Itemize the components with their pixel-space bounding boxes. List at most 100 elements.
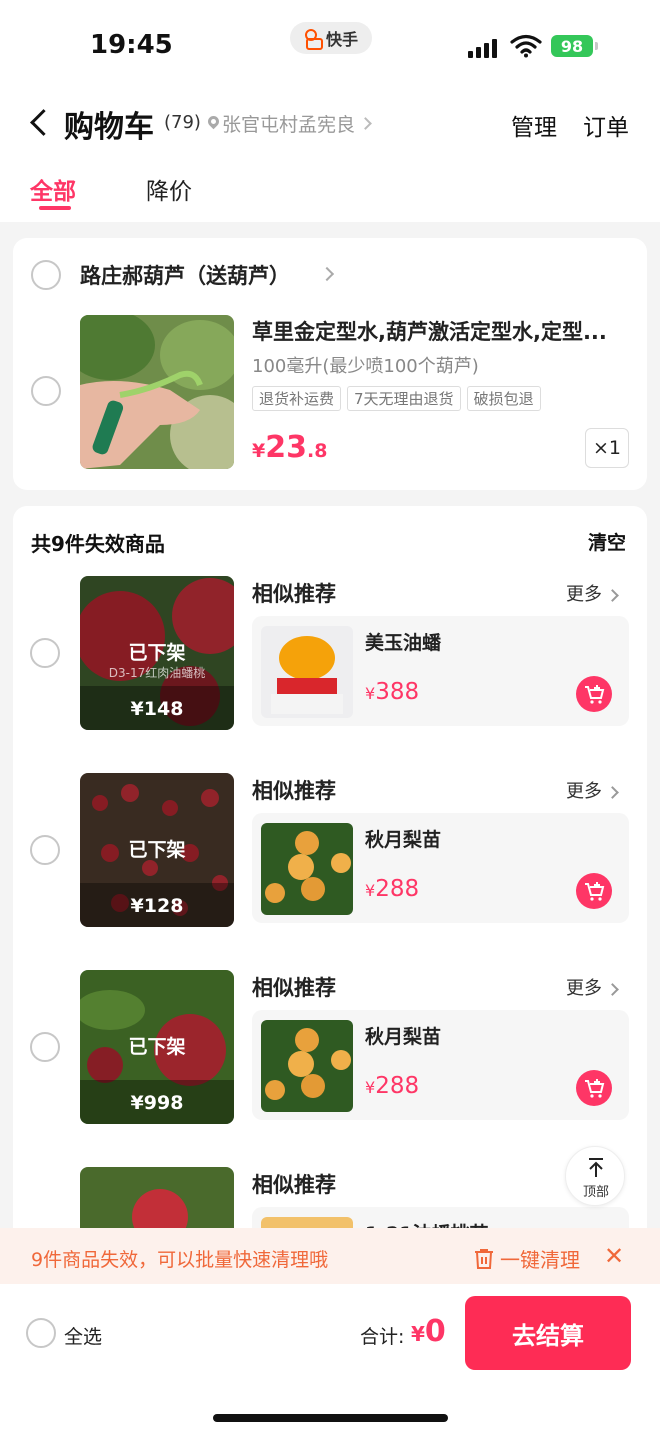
more-label: 更多 xyxy=(566,978,602,999)
clear-invalid-button[interactable]: 清空 xyxy=(588,528,626,555)
location-selector[interactable]: 张官屯村孟宪良 xyxy=(207,110,372,137)
invalid-item-row: 已下架 ¥998 相似推荐 更多 秋月梨苗 ¥288 xyxy=(13,970,647,1130)
product-image[interactable] xyxy=(80,315,234,469)
battery-level: 98 xyxy=(560,36,584,56)
recommended-product-card[interactable]: 美玉油蟠 ¥388 xyxy=(252,616,629,726)
invalid-item-row: 已下架 ¥128 相似推荐 更多 秋月梨苗 ¥288 xyxy=(13,773,647,933)
invalid-items-card: 共9件失效商品 清空 已下架 D3-17红肉油蟠桃 ¥148 相似推荐 更多 美… xyxy=(13,506,647,1266)
total-value: 0 xyxy=(424,1314,446,1349)
close-icon[interactable]: ✕ xyxy=(604,1242,624,1270)
product-title[interactable]: 草里金定型水,葫芦激活定型水,定型... xyxy=(252,316,624,346)
price-value: 288 xyxy=(375,1073,420,1099)
recommended-name: 秋月梨苗 xyxy=(365,1026,442,1048)
banner-text: 9件商品失效，可以批量快速清理哦 xyxy=(31,1249,329,1271)
product-price: ¥23.8 xyxy=(252,430,327,465)
price-currency: ¥ xyxy=(365,1078,376,1097)
delisted-badge: 已下架 xyxy=(128,1036,186,1058)
recommended-image xyxy=(261,1020,353,1112)
product-spec[interactable]: 100毫升(最少喷100个葫芦) xyxy=(252,352,479,378)
back-to-top-button[interactable]: 顶部 xyxy=(565,1146,625,1206)
service-tag: 破损包退 xyxy=(466,386,541,411)
total-amount: ¥0 xyxy=(411,1314,446,1349)
recommended-product-card[interactable]: 秋月梨苗 ¥288 xyxy=(252,813,629,923)
more-button[interactable]: 更多 xyxy=(566,777,619,803)
add-to-cart-icon[interactable] xyxy=(576,676,612,712)
recommended-name: 秋月梨苗 xyxy=(365,829,442,851)
recommended-name: 美玉油蟠 xyxy=(365,632,442,654)
wifi-icon xyxy=(510,34,542,58)
chevron-right-icon xyxy=(606,983,619,996)
recommended-product-card[interactable]: 秋月梨苗 ¥288 xyxy=(252,1010,629,1120)
item-select-radio[interactable] xyxy=(30,638,60,668)
price-value: 288 xyxy=(375,876,420,902)
similar-label: 相似推荐 xyxy=(252,1173,336,1197)
recommended-image xyxy=(261,626,353,718)
price-currency: ¥ xyxy=(252,440,266,462)
price-currency: ¥ xyxy=(365,881,376,900)
one-click-clean-button[interactable]: 一键清理 xyxy=(474,1244,580,1273)
back-button[interactable] xyxy=(26,104,54,140)
invalid-product-image[interactable]: 已下架 ¥998 xyxy=(80,970,234,1124)
home-indicator xyxy=(213,1414,448,1422)
item-select-radio[interactable] xyxy=(30,835,60,865)
product-select-radio[interactable] xyxy=(31,376,61,406)
app-name: 快手 xyxy=(325,30,358,49)
kuaishou-logo-icon xyxy=(304,29,323,50)
tab-price-drop[interactable]: 降价 xyxy=(146,172,192,206)
manage-button[interactable]: 管理 xyxy=(511,108,557,142)
trash-icon xyxy=(475,1248,493,1269)
item-select-radio[interactable] xyxy=(30,1032,60,1062)
tab-all[interactable]: 全部 xyxy=(30,172,76,210)
shop-select-radio[interactable] xyxy=(31,260,61,290)
recommended-price: ¥388 xyxy=(365,679,419,705)
arrow-up-icon xyxy=(589,1158,603,1177)
signal-icon xyxy=(468,38,497,58)
price-currency: ¥ xyxy=(411,1322,425,1346)
recommended-image xyxy=(261,823,353,915)
similar-label: 相似推荐 xyxy=(252,976,336,1000)
product-subtitle: D3-17红肉油蟠桃 xyxy=(108,666,206,680)
cart-count: (79) xyxy=(164,112,201,133)
invalid-heading: 共9件失效商品 xyxy=(31,532,165,556)
invalid-price: ¥998 xyxy=(80,1080,234,1124)
shop-name[interactable]: 路庄郝葫芦（送葫芦） xyxy=(80,260,290,290)
orders-button[interactable]: 订单 xyxy=(583,108,629,142)
back-to-top-label: 顶部 xyxy=(582,1185,609,1200)
app-indicator-pill[interactable]: 快手 xyxy=(290,22,372,54)
more-label: 更多 xyxy=(566,781,602,802)
shop-card: 路庄郝葫芦（送葫芦） 草里金定型水,葫芦激活定型水,定型... 100毫升(最少… xyxy=(13,238,647,490)
chevron-right-icon xyxy=(606,589,619,602)
invalid-product-image[interactable]: 已下架 D3-17红肉油蟠桃 ¥148 xyxy=(80,576,234,730)
clean-label: 一键清理 xyxy=(500,1248,580,1272)
page-title: 购物车 xyxy=(64,110,154,145)
chevron-right-icon xyxy=(606,786,619,799)
delisted-badge: 已下架 xyxy=(128,839,186,861)
invalid-price: ¥148 xyxy=(80,686,234,730)
select-all-label[interactable]: 全选 xyxy=(64,1322,102,1349)
price-currency: ¥ xyxy=(365,684,376,703)
delisted-badge: 已下架 xyxy=(128,642,186,664)
chevron-right-icon xyxy=(319,266,335,282)
service-tag: 7天无理由退货 xyxy=(347,386,461,411)
add-to-cart-icon[interactable] xyxy=(576,873,612,909)
quantity-stepper[interactable]: ×1 xyxy=(585,428,629,468)
invalid-product-image[interactable]: 已下架 ¥128 xyxy=(80,773,234,927)
invalid-items-banner: 9件商品失效，可以批量快速清理哦 一键清理 ✕ xyxy=(0,1228,660,1284)
recommended-price: ¥288 xyxy=(365,1073,419,1099)
product-tags: 退货补运费 7天无理由退货 破损包退 xyxy=(252,386,541,411)
more-button[interactable]: 更多 xyxy=(566,974,619,1000)
similar-label: 相似推荐 xyxy=(252,779,336,803)
similar-label: 相似推荐 xyxy=(252,582,336,606)
invalid-item-row: 已下架 D3-17红肉油蟠桃 ¥148 相似推荐 更多 美玉油蟠 ¥388 xyxy=(13,576,647,736)
location-text: 张官屯村孟宪良 xyxy=(222,114,356,136)
more-button[interactable]: 更多 xyxy=(566,580,619,606)
price-decimal: .8 xyxy=(306,440,328,462)
recommended-price: ¥288 xyxy=(365,876,419,902)
checkout-button[interactable]: 去结算 xyxy=(465,1296,631,1370)
chevron-right-icon xyxy=(359,117,372,130)
service-tag: 退货补运费 xyxy=(252,386,342,411)
add-to-cart-icon[interactable] xyxy=(576,1070,612,1106)
total-label: 合计: xyxy=(360,1326,405,1348)
status-time: 19:45 xyxy=(90,30,173,60)
select-all-radio[interactable] xyxy=(26,1318,56,1348)
